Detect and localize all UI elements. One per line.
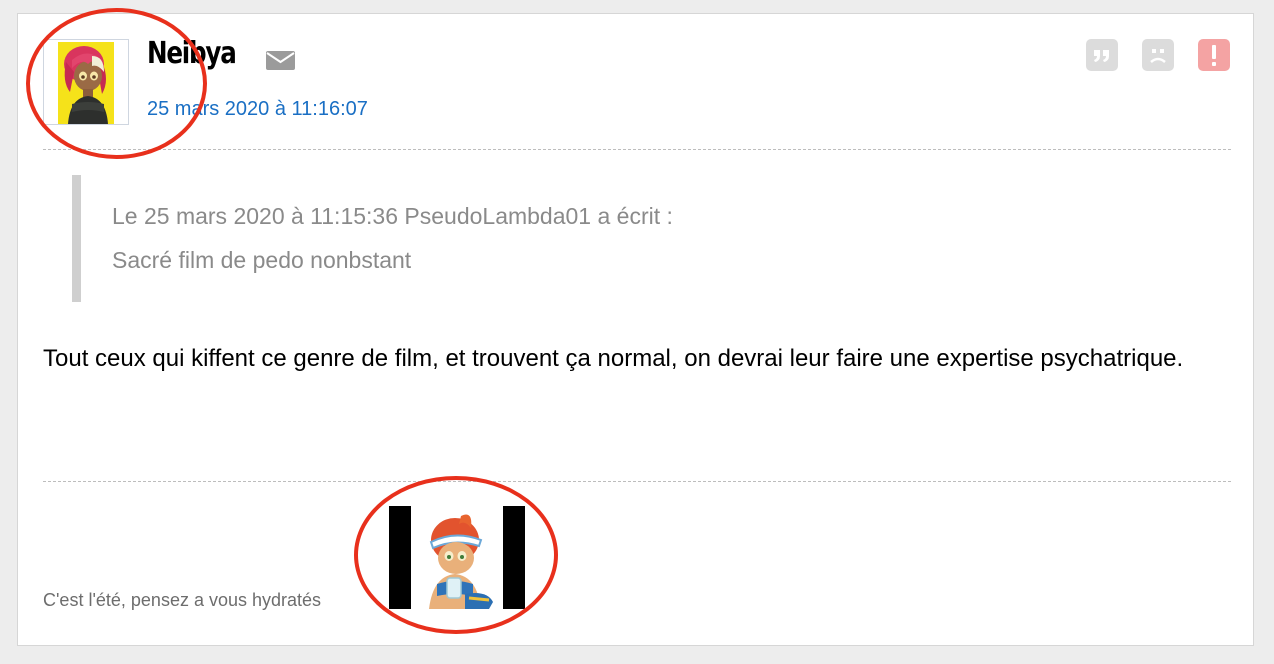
signature-divider — [43, 481, 1231, 482]
quote-header: Le 25 mars 2020 à 11:15:36 PseudoLambda0… — [112, 203, 673, 229]
quote-text: Sacré film de pedo nonbstant — [112, 247, 412, 273]
username[interactable]: Neibya — [147, 36, 237, 71]
avatar-image — [58, 42, 114, 124]
letterbox-bar-left — [389, 506, 411, 609]
quote-block: Le 25 mars 2020 à 11:15:36 PseudoLambda0… — [72, 175, 781, 302]
signature-text: C'est l'été, pensez a vous hydratés — [43, 590, 322, 610]
signature-image — [389, 506, 525, 609]
exclamation-icon[interactable] — [1198, 39, 1230, 71]
forum-post: Neibya 25 mars 2020 à 11:16:07 Le 25 mar… — [17, 13, 1254, 646]
quote-icon[interactable] — [1086, 39, 1118, 71]
post-message: Tout ceux qui kiffent ce genre de film, … — [43, 345, 1184, 372]
sad-face-icon[interactable] — [1142, 39, 1174, 71]
signature-character-image — [411, 506, 503, 609]
envelope-icon[interactable] — [266, 51, 295, 75]
letterbox-bar-right — [503, 506, 525, 609]
post-date-link[interactable]: 25 mars 2020 à 11:16:07 — [147, 98, 368, 121]
user-avatar[interactable] — [43, 39, 129, 125]
header-divider — [43, 149, 1231, 150]
